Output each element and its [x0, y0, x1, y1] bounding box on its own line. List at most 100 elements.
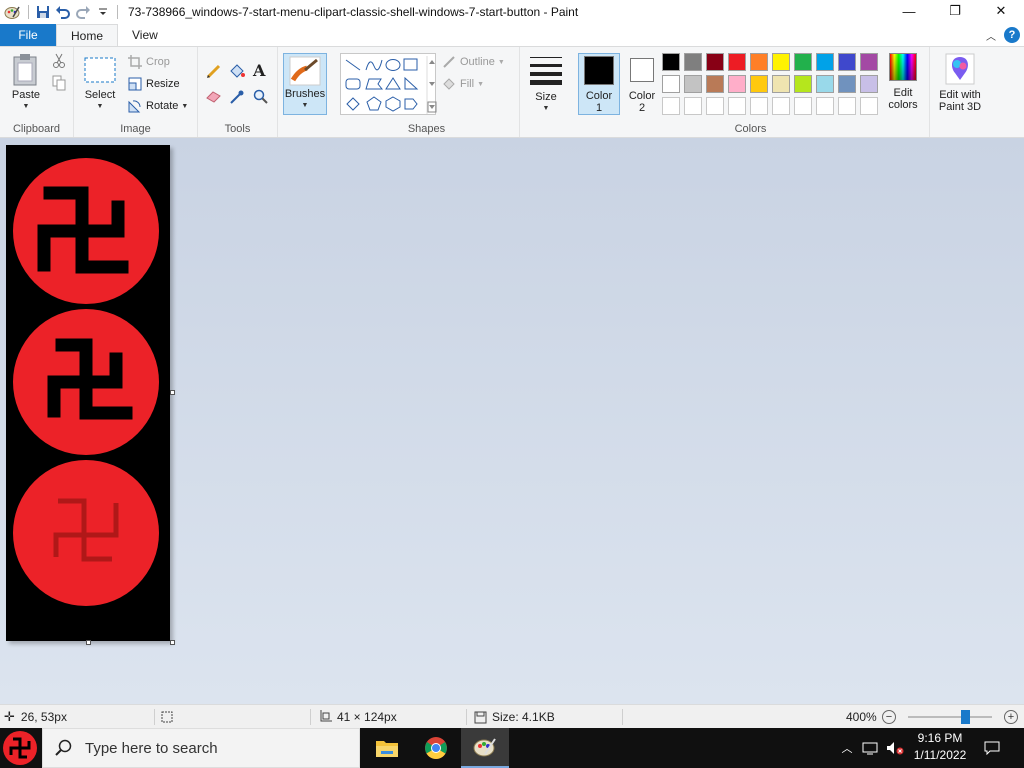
canvas-workspace[interactable]	[0, 138, 1024, 704]
tab-file[interactable]: File	[0, 24, 56, 46]
network-icon[interactable]	[860, 728, 880, 768]
pencil-icon[interactable]	[206, 63, 222, 79]
tab-view[interactable]: View	[118, 24, 172, 46]
volume-muted-icon[interactable]	[884, 728, 906, 768]
crop-button[interactable]: Crop	[128, 55, 170, 69]
fill-icon	[443, 78, 455, 90]
fill-button[interactable]: Fill ▼	[442, 77, 484, 91]
ribbon: Paste ▼ Clipboard Select ▼ Crop Resize R…	[0, 46, 1024, 138]
custom-color-slot[interactable]	[838, 97, 856, 115]
size-button[interactable]: Size ▼	[526, 55, 566, 115]
resize-handle-corner[interactable]	[170, 640, 175, 645]
text-tool-icon[interactable]: A	[253, 61, 265, 80]
clock-time: 9:16 PM	[917, 731, 963, 745]
palette-swatch[interactable]	[816, 75, 834, 93]
custom-color-slot[interactable]	[816, 97, 834, 115]
edit-with-paint3d-button[interactable]: Edit with Paint 3D	[934, 53, 986, 113]
zoom-in-button[interactable]: +	[1004, 710, 1018, 724]
maximize-button[interactable]: ❐	[932, 0, 978, 22]
customize-quick-access-icon[interactable]	[93, 0, 113, 24]
paint-app-icon[interactable]	[0, 0, 24, 24]
palette-swatch[interactable]	[838, 53, 856, 71]
zoom-out-button[interactable]: −	[882, 710, 896, 724]
start-swastika-icon	[3, 731, 37, 765]
custom-color-slot[interactable]	[794, 97, 812, 115]
color-picker-icon[interactable]	[229, 89, 245, 105]
palette-swatch[interactable]	[684, 75, 702, 93]
palette-swatch[interactable]	[706, 75, 724, 93]
palette-swatch[interactable]	[794, 53, 812, 71]
color2-button[interactable]: Color 2	[622, 55, 662, 114]
undo-icon[interactable]	[53, 0, 73, 24]
custom-color-slot[interactable]	[750, 97, 768, 115]
outline-button[interactable]: Outline ▼	[442, 55, 505, 69]
palette-swatch[interactable]	[750, 75, 768, 93]
notifications-icon[interactable]	[980, 728, 1004, 768]
paste-button[interactable]: Paste ▼	[6, 53, 46, 113]
rotate-button[interactable]: Rotate ▼	[128, 99, 188, 113]
window-title: 73-738966_windows-7-start-menu-clipart-c…	[128, 5, 579, 19]
palette-swatch[interactable]	[684, 53, 702, 71]
copy-icon[interactable]	[52, 75, 66, 91]
image-size-icon	[320, 710, 332, 722]
start-button[interactable]	[0, 728, 40, 768]
show-hidden-icons-icon[interactable]: ︿	[838, 728, 856, 768]
resize-button[interactable]: Resize	[128, 77, 180, 91]
select-button[interactable]: Select ▼	[80, 57, 120, 113]
tools-group-label: Tools	[224, 123, 251, 135]
collapse-ribbon-icon[interactable]: ︿	[986, 28, 996, 43]
outline-icon	[443, 56, 455, 68]
palette-swatch[interactable]	[662, 75, 680, 93]
magnifier-icon[interactable]	[253, 89, 269, 105]
file-explorer-taskbar-button[interactable]	[363, 728, 411, 768]
palette-swatch[interactable]	[750, 53, 768, 71]
palette-swatch[interactable]	[794, 75, 812, 93]
brushes-button[interactable]: Brushes ▼	[283, 53, 327, 115]
taskbar-search-box[interactable]: Type here to search	[42, 728, 360, 768]
eraser-icon[interactable]	[206, 89, 222, 103]
tab-home[interactable]: Home	[56, 24, 119, 46]
clipboard-group-label: Clipboard	[12, 123, 61, 135]
separator	[622, 709, 623, 725]
palette-swatch[interactable]	[706, 53, 724, 71]
palette-swatch[interactable]	[772, 75, 790, 93]
title-bar: 73-738966_windows-7-start-menu-clipart-c…	[0, 0, 1024, 24]
ribbon-tabs: File Home View ︿ ?	[0, 24, 1024, 46]
palette-swatch[interactable]	[772, 53, 790, 71]
selection-size-icon	[160, 705, 174, 729]
custom-color-slot[interactable]	[684, 97, 702, 115]
zoom-slider-thumb[interactable]	[961, 710, 970, 724]
custom-color-slot[interactable]	[728, 97, 746, 115]
help-icon[interactable]: ?	[1004, 27, 1020, 43]
paint-icon	[473, 738, 496, 757]
resize-icon	[128, 77, 142, 91]
palette-swatch[interactable]	[816, 53, 834, 71]
palette-swatch[interactable]	[860, 53, 878, 71]
zoom-slider-track[interactable]	[908, 716, 992, 718]
drawing-canvas[interactable]	[6, 145, 170, 641]
close-button[interactable]: ✕	[978, 0, 1024, 22]
resize-handle-right[interactable]	[170, 390, 175, 395]
palette-swatch[interactable]	[728, 53, 746, 71]
color1-button[interactable]: Color 1	[578, 53, 620, 115]
palette-swatch[interactable]	[838, 75, 856, 93]
custom-color-slot[interactable]	[860, 97, 878, 115]
minimize-button[interactable]: —	[886, 0, 932, 22]
custom-color-slot[interactable]	[662, 97, 680, 115]
color1-swatch	[584, 56, 614, 85]
paint-taskbar-button[interactable]	[461, 728, 509, 768]
shapes-gallery[interactable]	[340, 53, 437, 115]
cut-icon[interactable]	[52, 53, 66, 69]
taskbar-clock[interactable]: 9:16 PM 1/11/2022	[904, 730, 976, 766]
resize-handle-bottom[interactable]	[86, 640, 91, 645]
palette-swatch[interactable]	[860, 75, 878, 93]
save-icon[interactable]	[33, 0, 53, 24]
palette-swatch[interactable]	[662, 53, 680, 71]
chrome-taskbar-button[interactable]	[412, 728, 460, 768]
edit-colors-button[interactable]: Edit colors	[882, 53, 924, 111]
custom-color-slot[interactable]	[706, 97, 724, 115]
custom-color-slot[interactable]	[772, 97, 790, 115]
redo-icon[interactable]	[73, 0, 93, 24]
palette-swatch[interactable]	[728, 75, 746, 93]
fill-bucket-icon[interactable]	[229, 63, 245, 79]
